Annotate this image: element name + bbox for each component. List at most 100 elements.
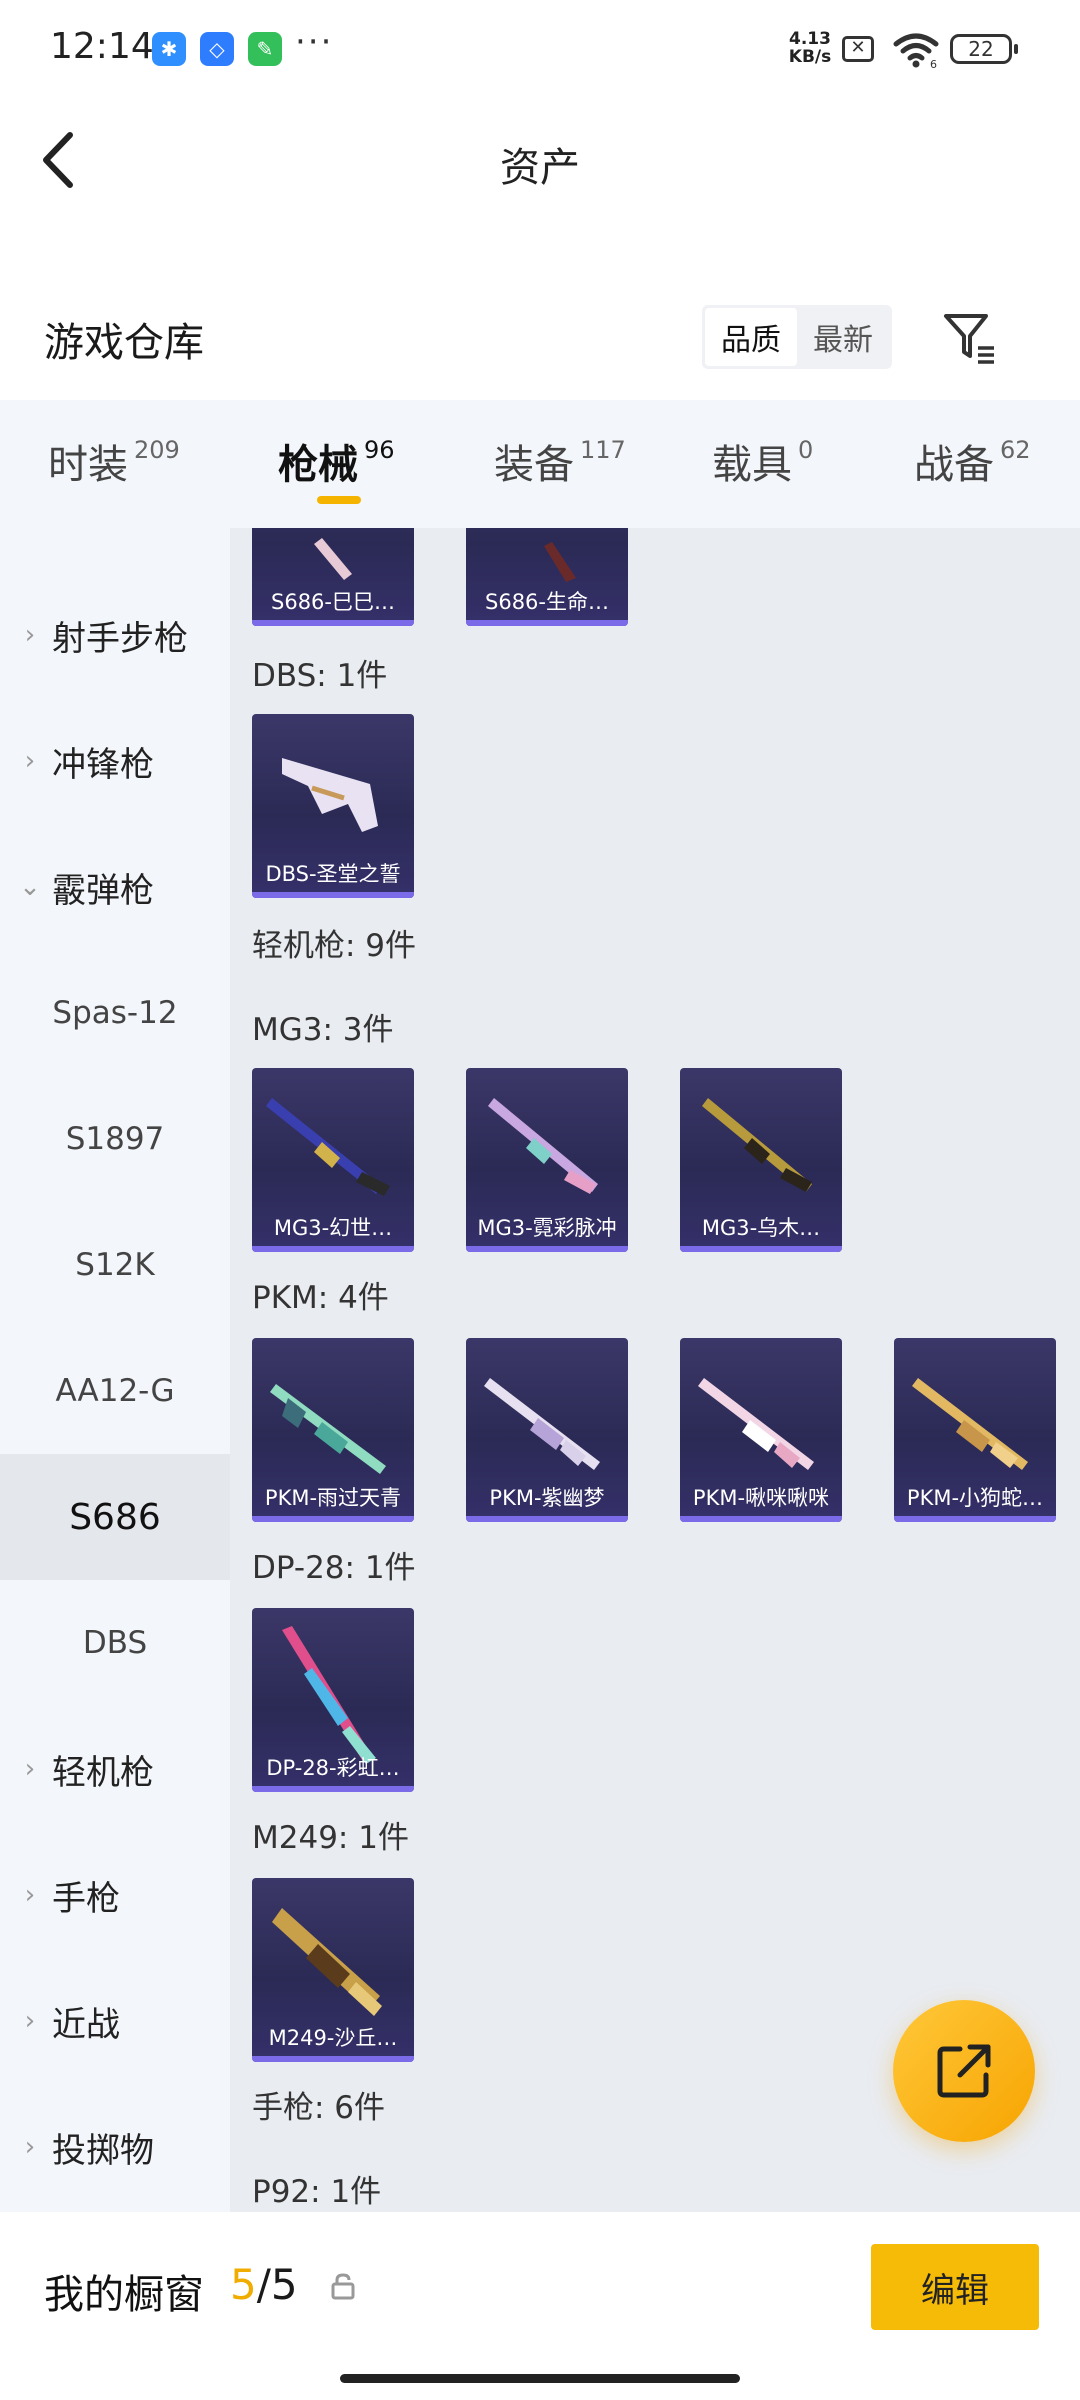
group-label-lmg: 轻机枪: 9件 <box>252 928 417 964</box>
chevron-right-icon: › <box>24 1754 36 1784</box>
lock-icon <box>331 2273 355 2300</box>
sidebar-sub-label: Spas-12 <box>52 995 178 1031</box>
group-label-p92: P92: 1件 <box>252 2174 382 2210</box>
sidebar-sub-label: S686 <box>69 1496 161 1538</box>
sidebar-item-smg[interactable]: › 冲锋枪 <box>0 698 230 824</box>
sidebar-sub-aa12g[interactable]: AA12-G <box>0 1328 230 1454</box>
tab-equipment[interactable]: 装备 117 <box>494 432 626 490</box>
share-fab-button[interactable] <box>893 2000 1035 2142</box>
group-label-pistol: 手枪: 6件 <box>252 2090 386 2126</box>
tab-fashion[interactable]: 时装 209 <box>48 432 180 490</box>
sidebar-sub-label: S1897 <box>65 1121 165 1157</box>
sort-toggle: 品质 最新 <box>702 305 892 369</box>
weapon-card[interactable]: MG3-乌木… <box>680 1068 842 1252</box>
wrench-app-icon: ✎ <box>248 32 282 66</box>
weapon-card[interactable]: DP-28-彩虹… <box>252 1608 414 1792</box>
sidebar-item-melee[interactable]: › 近战 <box>0 1958 230 2084</box>
home-indicator <box>340 2374 740 2383</box>
weapon-card-label: DP-28-彩虹… <box>266 1756 400 1780</box>
filter-icon[interactable] <box>940 308 1000 368</box>
net-speed-unit: KB/s <box>788 47 832 67</box>
net-speed-value: 4.13 <box>789 29 831 49</box>
status-time: 12:14 <box>50 26 154 67</box>
weapon-card[interactable]: DBS-圣堂之誓 <box>252 714 414 898</box>
sidebar-item-pistol[interactable]: › 手枪 <box>0 1832 230 1958</box>
weapon-card-label: MG3-乌木… <box>701 1216 821 1240</box>
wifi-badge: 6 <box>930 58 937 70</box>
sidebar-sub-spas12[interactable]: Spas-12 <box>0 950 230 1076</box>
tab-count: 209 <box>134 436 180 464</box>
weapon-card-label: PKM-紫幽梦 <box>489 1486 605 1510</box>
bluetooth-icon: ✱ <box>152 32 186 66</box>
chevron-right-icon: › <box>24 2006 36 2036</box>
sidebar-item-shotgun[interactable]: ⌄ 霰弹枪 <box>0 824 230 950</box>
weapon-card[interactable]: S686-生命… <box>466 528 628 626</box>
sidebar-sub-dbs[interactable]: DBS <box>0 1580 230 1706</box>
sort-quality-button[interactable]: 品质 <box>705 308 797 366</box>
tab-label: 载具 <box>712 442 792 488</box>
chevron-right-icon: › <box>24 2132 36 2162</box>
share-icon <box>937 2044 991 2098</box>
weapon-card-label: M249-沙丘… <box>268 2026 398 2050</box>
sidebar-sub-s1897[interactable]: S1897 <box>0 1076 230 1202</box>
tab-count: 96 <box>364 436 395 464</box>
showcase-total: 5 <box>270 2260 298 2309</box>
sidebar-sub-label: S12K <box>75 1247 155 1283</box>
tab-count: 62 <box>1000 436 1031 464</box>
sim-no-signal-icon: ✕ <box>842 36 874 62</box>
sidebar-item-lmg[interactable]: › 轻机枪 <box>0 1706 230 1832</box>
weapon-card-label: PKM-小狗蛇… <box>906 1486 1044 1510</box>
chevron-down-icon: ⌄ <box>19 872 41 902</box>
weapon-card[interactable]: PKM-雨过天青 <box>252 1338 414 1522</box>
weapon-card-label: S686-生命… <box>485 590 609 614</box>
weapon-card[interactable]: PKM-小狗蛇… <box>894 1338 1056 1522</box>
chevron-right-icon: › <box>24 620 36 650</box>
sidebar-sub-s12k[interactable]: S12K <box>0 1202 230 1328</box>
active-tab-indicator <box>317 496 361 504</box>
tab-count: 117 <box>580 436 626 464</box>
sidebar-item-label: 近战 <box>52 2004 120 2045</box>
weapon-card-label: PKM-啾咪啾咪 <box>692 1486 830 1510</box>
page-title: 资产 <box>500 145 580 191</box>
group-label-dbs: DBS: 1件 <box>252 658 388 694</box>
section-title: 游戏仓库 <box>44 320 204 366</box>
tab-label: 战备 <box>914 442 994 488</box>
group-label-pkm: PKM: 4件 <box>252 1280 389 1316</box>
sidebar-sub-s686[interactable]: S686 <box>0 1454 230 1580</box>
sidebar-item-label: 射手步枪 <box>52 618 188 659</box>
sidebar-item-label: 轻机枪 <box>52 1752 154 1793</box>
showcase-count: 5/5 <box>230 2260 298 2309</box>
weapon-card[interactable]: PKM-啾咪啾咪 <box>680 1338 842 1522</box>
sidebar-sub-label: AA12-G <box>55 1373 175 1409</box>
tab-label: 枪械 <box>278 442 358 488</box>
sidebar-item-throwable[interactable]: › 投掷物 <box>0 2084 230 2210</box>
tab-firearms[interactable]: 枪械 96 <box>278 432 395 490</box>
sidebar-item-label: 霰弹枪 <box>52 870 154 911</box>
status-bar: 12:14 ✱ ◇ ✎ ··· 4.13 KB/s ✕ 6 22 <box>0 0 1080 100</box>
weapon-card[interactable]: MG3-霓彩脉冲 <box>466 1068 628 1252</box>
weapon-card[interactable]: PKM-紫幽梦 <box>466 1338 628 1522</box>
wifi-icon: 6 <box>893 33 939 70</box>
showcase-used: 5 <box>230 2260 257 2309</box>
chevron-right-icon: › <box>24 1880 36 1910</box>
tab-label: 时装 <box>48 442 128 488</box>
chevron-right-icon: › <box>24 746 36 776</box>
weapon-card[interactable]: S686-巳巳… <box>252 528 414 626</box>
tab-vehicles[interactable]: 载具 0 <box>712 432 813 490</box>
showcase-sep: / <box>256 2260 271 2309</box>
weapon-card[interactable]: M249-沙丘… <box>252 1878 414 2062</box>
category-tabs: 时装 209 枪械 96 装备 117 载具 0 战备 62 <box>0 400 1080 528</box>
showcase-label: 我的橱窗 <box>44 2272 204 2318</box>
sidebar-item-marksman-rifle[interactable]: › 射手步枪 <box>0 572 230 698</box>
weapon-card[interactable]: MG3-幻世… <box>252 1068 414 1252</box>
net-speed: 4.13 KB/s <box>782 30 838 66</box>
weapon-category-sidebar: › 射手步枪 › 冲锋枪 ⌄ 霰弹枪 Spas-12 S1897 S12K AA… <box>0 528 230 2212</box>
edit-button[interactable]: 编辑 <box>871 2244 1039 2330</box>
group-label-mg3: MG3: 3件 <box>252 1012 394 1048</box>
sidebar-item-label: 投掷物 <box>52 2130 154 2171</box>
tab-supplies[interactable]: 战备 62 <box>914 432 1031 490</box>
sidebar-sub-label: DBS <box>82 1625 148 1661</box>
sort-newest-button[interactable]: 最新 <box>797 308 889 366</box>
app-diamond-icon: ◇ <box>200 32 234 66</box>
weapon-card-label: DBS-圣堂之誓 <box>265 862 401 886</box>
